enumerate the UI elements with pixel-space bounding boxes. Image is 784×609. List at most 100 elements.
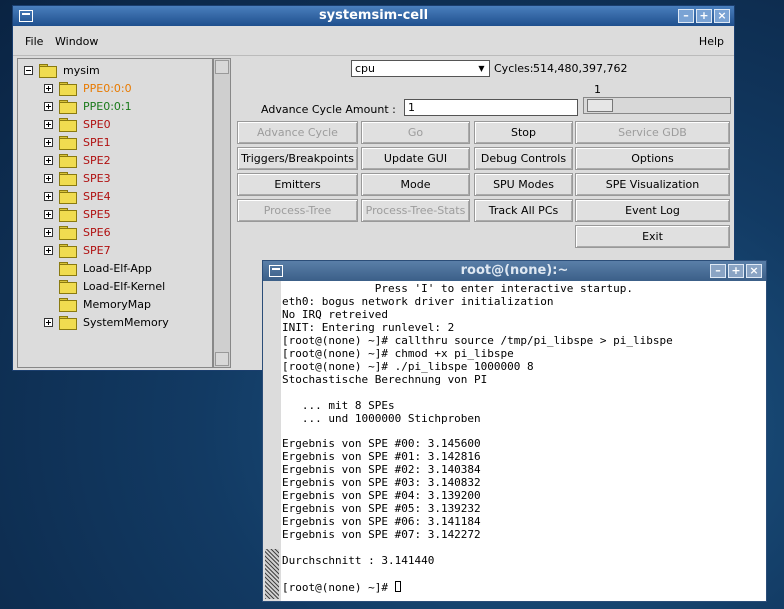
tree-root[interactable]: mysim	[24, 61, 100, 79]
terminal-line: INIT: Entering runlevel: 2	[282, 320, 455, 334]
chevron-down-icon[interactable]: ▼	[475, 62, 488, 75]
tree-item[interactable]: SPE3	[44, 169, 111, 187]
terminal-titlebar[interactable]: root@(none):~ – + ×	[263, 261, 766, 281]
expand-icon[interactable]	[44, 209, 53, 219]
expand-icon[interactable]	[44, 227, 53, 237]
go-button[interactable]: Go	[361, 121, 470, 144]
maximize-icon[interactable]: +	[696, 9, 712, 23]
expand-icon[interactable]	[44, 101, 53, 111]
exit-button[interactable]: Exit	[575, 225, 730, 248]
tree-item[interactable]: SPE7	[44, 241, 111, 259]
cycles-label: Cycles:	[494, 62, 534, 75]
triggers-breakpoints-button[interactable]: Triggers/Breakpoints	[237, 147, 358, 170]
tree-item[interactable]: SPE0	[44, 115, 111, 133]
menu-bar: File Window Help	[13, 26, 734, 56]
folder-icon	[59, 298, 77, 312]
terminal-line: eth0: bogus network driver initializatio…	[282, 294, 554, 308]
expand-icon[interactable]	[44, 155, 53, 165]
advance-cycle-label: Advance Cycle Amount :	[261, 103, 396, 116]
options-button[interactable]: Options	[575, 147, 730, 170]
tree-item[interactable]: MemoryMap	[44, 295, 151, 313]
terminal-line: Ergebnis von SPE #07: 3.142272	[282, 528, 481, 542]
track-all-pcs-button[interactable]: Track All PCs	[474, 199, 573, 222]
scroll-down-icon[interactable]	[215, 352, 229, 366]
menu-window[interactable]: Window	[55, 35, 98, 48]
tree-item[interactable]: SPE2	[44, 151, 111, 169]
terminal-scroll-thumb[interactable]	[265, 549, 279, 599]
tree-item[interactable]: SPE4	[44, 187, 111, 205]
terminal-scrollbar[interactable]	[263, 281, 281, 601]
spu-modes-button[interactable]: SPU Modes	[474, 173, 573, 196]
tree-item[interactable]: PPE0:0:1	[44, 97, 132, 115]
advance-cycle-button[interactable]: Advance Cycle	[237, 121, 358, 144]
tree-item-label: PPE0:0:1	[83, 99, 132, 113]
close-icon[interactable]: ×	[714, 9, 730, 23]
cycle-slider[interactable]	[583, 97, 731, 114]
update-gui-button[interactable]: Update GUI	[361, 147, 470, 170]
debug-controls-button[interactable]: Debug Controls	[474, 147, 573, 170]
tree-item[interactable]: SPE5	[44, 205, 111, 223]
cpu-select[interactable]: cpu ▼	[351, 60, 490, 77]
terminal-cursor	[394, 580, 401, 592]
cpu-select-value: cpu	[355, 62, 376, 75]
terminal-output[interactable]: Press 'I' to enter interactive startup. e…	[282, 282, 673, 595]
expand-icon[interactable]	[44, 83, 53, 93]
terminal-prompt: [root@(none) ~]#	[282, 580, 395, 594]
slider-thumb[interactable]	[587, 99, 613, 112]
expand-icon[interactable]	[44, 191, 53, 201]
tree-item[interactable]: Load-Elf-App	[44, 259, 152, 277]
tree-item-label: SPE4	[83, 189, 111, 203]
terminal-line: No IRQ retreived	[282, 307, 388, 321]
expand-icon[interactable]	[44, 317, 53, 327]
tree-item-label: SPE5	[83, 207, 111, 221]
terminal-close-icon[interactable]: ×	[746, 264, 762, 278]
tree-item[interactable]: SPE1	[44, 133, 111, 151]
process-tree-button[interactable]: Process-Tree	[237, 199, 358, 222]
expand-icon[interactable]	[44, 137, 53, 147]
folder-icon	[59, 262, 77, 276]
service-gdb-button[interactable]: Service GDB	[575, 121, 730, 144]
folder-icon	[59, 316, 77, 330]
tree-item[interactable]: PPE0:0:0	[44, 79, 132, 97]
terminal-window[interactable]: root@(none):~ – + × Press 'I' to enter i…	[262, 260, 767, 602]
terminal-minimize-icon[interactable]: –	[710, 264, 726, 278]
event-log-button[interactable]: Event Log	[575, 199, 730, 222]
mode-button[interactable]: Mode	[361, 173, 470, 196]
terminal-window-menu-icon[interactable]	[269, 265, 283, 277]
sim-tree[interactable]: mysim PPE0:0:0 PPE0:0:1 SPE0 SPE1 SPE2 SPE3 SP…	[17, 58, 213, 368]
tree-scrollbar[interactable]	[213, 58, 231, 368]
tree-item[interactable]: Load-Elf-Kernel	[44, 277, 165, 295]
menu-file[interactable]: File	[25, 35, 43, 48]
collapse-icon[interactable]	[24, 65, 33, 75]
tree-item-label: MemoryMap	[83, 297, 151, 311]
tree-item-label: SPE7	[83, 243, 111, 257]
expand-icon[interactable]	[44, 173, 53, 183]
emitters-button[interactable]: Emitters	[237, 173, 358, 196]
slider-value: 1	[594, 83, 601, 96]
terminal-title: root@(none):~	[460, 263, 569, 278]
cycles-value: 514,480,397,762	[533, 62, 628, 75]
tree-item[interactable]: SPE6	[44, 223, 111, 241]
process-tree-stats-button[interactable]: Process-Tree-Stats	[361, 199, 470, 222]
scroll-up-icon[interactable]	[215, 60, 229, 74]
spe-visualization-button[interactable]: SPE Visualization	[575, 173, 730, 196]
minimize-icon[interactable]: –	[678, 9, 694, 23]
advance-cycle-input[interactable]: 1	[404, 99, 578, 116]
tree-item-label: PPE0:0:0	[83, 81, 132, 95]
stop-button[interactable]: Stop	[474, 121, 573, 144]
menu-help[interactable]: Help	[699, 35, 724, 48]
tree-item-label: SPE3	[83, 171, 111, 185]
terminal-prompt-line: [root@(none) ~]#	[282, 580, 673, 595]
folder-icon	[59, 118, 77, 132]
terminal-maximize-icon[interactable]: +	[728, 264, 744, 278]
main-titlebar[interactable]: systemsim-cell – + ×	[13, 6, 734, 26]
folder-icon	[59, 190, 77, 204]
tree-item[interactable]: SystemMemory	[44, 313, 169, 331]
expand-icon[interactable]	[44, 119, 53, 129]
tree-item-label: SPE2	[83, 153, 111, 167]
terminal-line: ... und 1000000 Stichproben	[282, 411, 481, 425]
window-menu-icon[interactable]	[19, 10, 33, 22]
expand-icon[interactable]	[44, 245, 53, 255]
